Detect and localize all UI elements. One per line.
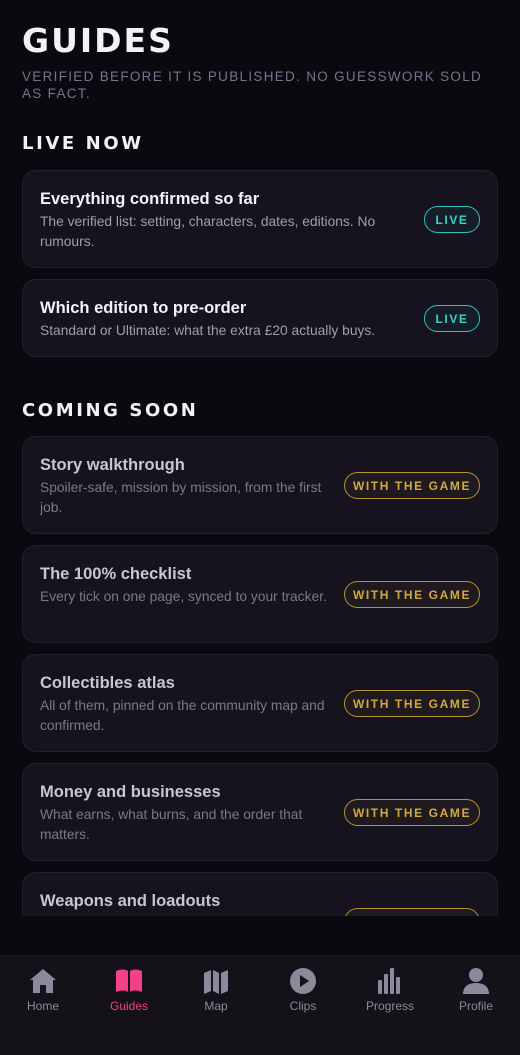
guide-card-description: Standard or Ultimate: what the extra £20…: [40, 323, 376, 338]
guide-card-title: Money and businesses: [40, 783, 221, 801]
user-icon: [463, 968, 489, 994]
guide-card-description: Every tick on one page, synced to your t…: [40, 589, 327, 604]
guides-screen: GUIDES VERIFIED BEFORE IT IS PUBLISHED. …: [0, 0, 520, 1055]
guide-card-title: Collectibles atlas: [40, 674, 175, 692]
tab-guides[interactable]: Guides: [86, 966, 172, 1013]
live-badge: LIVE: [424, 206, 480, 233]
tab-progress[interactable]: Progress: [347, 966, 433, 1013]
guide-card-weapons[interactable]: Weapons and loadouts WITH THE GAME: [22, 872, 498, 916]
guide-card-edition[interactable]: Which edition to pre-order Standard or U…: [22, 279, 498, 357]
tab-label: Map: [204, 999, 228, 1013]
with-the-game-badge: WITH THE GAME: [344, 690, 480, 717]
tab-label: Home: [26, 999, 59, 1013]
guide-card-collectibles[interactable]: Collectibles atlas All of them, pinned o…: [22, 654, 498, 752]
tab-home[interactable]: Home: [0, 966, 86, 1013]
guide-card-title: Weapons and loadouts: [40, 892, 221, 910]
guide-card-confirmed[interactable]: Everything confirmed so far The verified…: [22, 170, 498, 268]
guide-card-money[interactable]: Money and businesses What earns, what bu…: [22, 763, 498, 861]
guide-card-title: Which edition to pre-order: [40, 299, 247, 317]
page-title: GUIDES: [22, 21, 174, 60]
guide-card-title: Everything confirmed so far: [40, 190, 260, 208]
with-the-game-badge: WITH THE GAME: [344, 581, 480, 608]
bar-chart-icon: [378, 968, 400, 994]
guides-scroll-area[interactable]: GUIDES VERIFIED BEFORE IT IS PUBLISHED. …: [0, 0, 520, 916]
live-badge: LIVE: [424, 305, 480, 332]
tab-label: Clips: [289, 999, 317, 1013]
bottom-tab-bar: Home Guides Map Clips Progress Profile: [0, 955, 520, 1055]
with-the-game-badge: WITH THE GAME: [344, 472, 480, 499]
with-the-game-badge: WITH THE GAME: [344, 908, 480, 916]
home-icon: [30, 969, 56, 993]
guide-card-title: Story walkthrough: [40, 456, 185, 474]
guide-card-description: What earns, what burns, and the order th…: [40, 807, 303, 842]
guide-card-title: The 100% checklist: [40, 565, 192, 583]
tab-profile[interactable]: Profile: [433, 966, 519, 1013]
guide-card-checklist[interactable]: The 100% checklist Every tick on one pag…: [22, 545, 498, 643]
tab-label: Guides: [109, 999, 149, 1013]
guide-card-story[interactable]: Story walkthrough Spoiler-safe, mission …: [22, 436, 498, 534]
section-title-live: LIVE NOW: [22, 133, 144, 154]
guide-card-description: All of them, pinned on the community map…: [40, 698, 325, 733]
section-title-soon: COMING SOON: [22, 400, 199, 421]
with-the-game-badge: WITH THE GAME: [344, 799, 480, 826]
page-subtitle: VERIFIED BEFORE IT IS PUBLISHED. NO GUES…: [22, 69, 483, 101]
play-icon: [290, 968, 316, 994]
tab-label: Progress: [365, 999, 415, 1013]
tab-label: Profile: [458, 999, 493, 1013]
map-icon: [204, 970, 228, 994]
book-icon: [116, 969, 142, 992]
guide-card-description: Spoiler-safe, mission by mission, from t…: [40, 480, 322, 515]
guide-card-description: The verified list: setting, characters, …: [40, 214, 376, 249]
tab-map[interactable]: Map: [173, 966, 259, 1013]
tab-clips[interactable]: Clips: [260, 966, 346, 1013]
